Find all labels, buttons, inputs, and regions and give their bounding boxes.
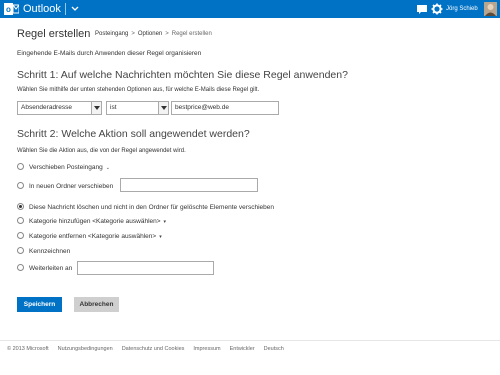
page-subtitle: Eingehende E-Mails durch Anwenden dieser… <box>17 50 202 57</box>
condition-operator-select[interactable]: ist <box>106 101 169 115</box>
chevron-down-icon[interactable] <box>91 102 101 114</box>
outlook-logo-icon[interactable]: o <box>4 2 19 16</box>
action-label: In neuen Ordner verschieben <box>29 183 114 190</box>
radio-button[interactable] <box>17 216 24 224</box>
condition-field-value: Absenderadresse <box>21 104 72 111</box>
breadcrumb-item-options[interactable]: Optionen <box>138 31 162 37</box>
cancel-button[interactable]: Abbrechen <box>74 297 119 312</box>
breadcrumb-item-current: Regel erstellen <box>171 31 212 37</box>
action-move-new-folder[interactable]: In neuen Ordner verschieben <box>17 181 114 194</box>
footer-copyright: © 2013 Microsoft <box>7 346 49 352</box>
breadcrumb-separator: > <box>165 31 169 37</box>
breadcrumb-separator: > <box>131 31 135 37</box>
footer-link-terms[interactable]: Nutzungsbedingungen <box>58 346 113 352</box>
chevron-down-icon[interactable] <box>158 102 168 114</box>
page-title: Regel erstellen <box>17 28 91 40</box>
action-label: Verschieben Posteingang <box>29 164 103 171</box>
footer-link-privacy[interactable]: Datenschutz und Cookies <box>122 346 185 352</box>
footer-link-developers[interactable]: Entwickler <box>230 346 255 352</box>
footer-link-imprint[interactable]: Impressum <box>193 346 220 352</box>
action-label: Kategorie hinzufügen <Kategorie auswähle… <box>29 218 161 225</box>
action-forward-to[interactable]: Weiterleiten an <box>17 263 73 276</box>
save-button[interactable]: Speichern <box>17 297 62 312</box>
svg-text:o: o <box>6 5 11 14</box>
condition-operator-value: ist <box>110 104 117 111</box>
action-label: Diese Nachricht löschen und nicht in den… <box>29 204 274 211</box>
chevron-down-icon[interactable]: ▾ <box>159 234 162 240</box>
breadcrumb: Posteingang > Optionen > Regel erstellen <box>95 31 212 37</box>
chevron-down-icon[interactable] <box>70 2 80 16</box>
action-remove-category[interactable]: Kategorie entfernen <Kategorie auswählen… <box>17 231 162 244</box>
chevron-down-icon[interactable]: ⌄ <box>106 165 110 171</box>
footer-link-language[interactable]: Deutsch <box>264 346 284 352</box>
gear-icon[interactable] <box>431 3 443 15</box>
condition-field-select[interactable]: Absenderadresse <box>17 101 102 115</box>
condition-value-input[interactable]: bestprice@web.de <box>171 101 279 115</box>
step2-description: Wählen Sie die Aktion aus, die von der R… <box>17 148 186 154</box>
footer: © 2013 Microsoft Nutzungsbedingungen Daten… <box>7 346 293 352</box>
footer-divider <box>0 340 500 341</box>
action-label: Kennzeichnen <box>29 248 71 255</box>
action-add-category[interactable]: Kategorie hinzufügen <Kategorie auswähle… <box>17 216 167 229</box>
chat-icon[interactable] <box>416 3 428 15</box>
action-flag[interactable]: Kennzeichnen <box>17 246 71 259</box>
step1-title: Schritt 1: Auf welche Nachrichten möchte… <box>17 69 348 81</box>
action-label: Kategorie entfernen <Kategorie auswählen… <box>29 233 157 240</box>
radio-button[interactable] <box>17 231 24 239</box>
radio-button-selected[interactable] <box>17 202 24 210</box>
avatar[interactable] <box>484 2 497 16</box>
step2-title: Schritt 2: Welche Aktion soll angewendet… <box>17 128 250 140</box>
user-name[interactable]: Jörg Schieb <box>446 3 478 15</box>
radio-button[interactable] <box>17 162 24 170</box>
chevron-down-icon[interactable]: ▾ <box>164 219 167 225</box>
new-folder-input[interactable] <box>120 178 258 192</box>
action-move-inbox[interactable]: Verschieben Posteingang ⌄ <box>17 162 110 175</box>
radio-button[interactable] <box>17 181 24 189</box>
brand-divider <box>65 3 66 15</box>
radio-button[interactable] <box>17 263 24 271</box>
step1-description: Wählen Sie mithilfe der unten stehenden … <box>17 87 260 93</box>
forward-to-input[interactable] <box>77 261 214 275</box>
app-brand[interactable]: Outlook <box>23 2 61 16</box>
radio-button[interactable] <box>17 246 24 254</box>
top-bar: o Outlook Jörg Schieb <box>0 0 500 18</box>
action-delete-permanently[interactable]: Diese Nachricht löschen und nicht in den… <box>17 202 274 215</box>
action-label: Weiterleiten an <box>29 265 73 272</box>
breadcrumb-item-inbox[interactable]: Posteingang <box>95 31 128 37</box>
